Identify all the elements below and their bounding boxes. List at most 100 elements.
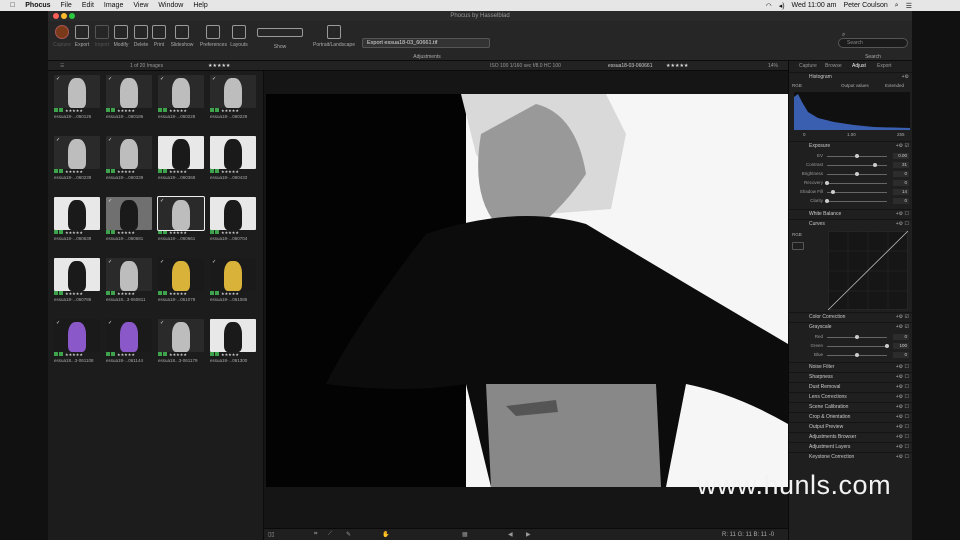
extended-checkbox[interactable]: Extended xyxy=(885,83,904,88)
spotlight-icon[interactable]: ⌕ xyxy=(895,2,899,10)
panel-lens-corrections[interactable]: Lens Corrections +⚙ ☐ xyxy=(789,392,913,401)
tab-browse[interactable]: Browse xyxy=(825,61,842,71)
white-balance-header[interactable]: White Balance +⚙ ☐ xyxy=(789,209,913,218)
thumbnail[interactable]: ✓ ★★★★★ essua18-...061085 xyxy=(210,258,256,303)
thumbnail[interactable]: ✓ ★★★★★ essua18-...060239 xyxy=(54,136,100,181)
menu-edit[interactable]: Edit xyxy=(82,2,94,9)
checkmark-icon[interactable]: ✓ xyxy=(56,137,60,143)
panel-crop-orientation[interactable]: Crop & Orientation +⚙ ☐ xyxy=(789,412,913,421)
checkmark-icon[interactable]: ✓ xyxy=(160,137,164,143)
curves-graph[interactable] xyxy=(828,231,908,310)
checkmark-icon[interactable]: ✓ xyxy=(56,259,60,265)
panel-output-preview[interactable]: Output Preview +⚙ ☐ xyxy=(789,422,913,431)
export-preset-select[interactable]: Export essua18-03_60661.tif xyxy=(362,38,490,48)
wifi-icon[interactable]: ◠ xyxy=(766,2,772,10)
thumbnail[interactable]: ✓ ★★★★★ essua18-...060786 xyxy=(54,258,100,303)
tab-capture[interactable]: Capture xyxy=(799,61,817,71)
panel-scene-calibration[interactable]: Scene Calibration +⚙ ☐ xyxy=(789,402,913,411)
menu-file[interactable]: File xyxy=(61,2,72,9)
rating-filter-stars[interactable]: ★★★★★ xyxy=(208,61,230,71)
thumbnail[interactable]: ✓ ★★★★★ essua18-...060704 xyxy=(210,197,256,242)
slider-shadow-fill[interactable]: Shadow Fill 14 xyxy=(789,188,913,196)
checkmark-icon[interactable]: ✓ xyxy=(212,320,216,326)
close-window-button[interactable] xyxy=(53,13,59,19)
menu-user[interactable]: Peter Coulson xyxy=(843,2,887,9)
tab-export[interactable]: Export xyxy=(877,61,891,71)
thumbnail[interactable]: ✓ ★★★★★ essua18-...061300 xyxy=(210,319,256,364)
portrait-landscape-button[interactable]: Portrait/Landscape xyxy=(310,25,358,48)
main-photo[interactable] xyxy=(266,94,788,487)
thumbnail[interactable]: ✓ ★★★★★ essua18-...061144 xyxy=(106,319,152,364)
checkmark-icon[interactable]: ✓ xyxy=(160,76,164,82)
panel-noise-filter[interactable]: Noise Filter +⚙ ☐ xyxy=(789,362,913,371)
thumbnail[interactable]: ✓ ★★★★★ essua18-...060126 xyxy=(54,75,100,120)
browser-menu-icon[interactable]: ☰ xyxy=(60,61,64,71)
checkmark-icon[interactable]: ✓ xyxy=(212,137,216,143)
preferences-button[interactable]: Preferences xyxy=(200,25,227,48)
thumbnail[interactable]: ✓ ★★★★★ essua18-...060228 xyxy=(158,75,204,120)
grayscale-header[interactable]: Grayscale +⚙ ☑ xyxy=(789,322,913,331)
curves-header[interactable]: Curves +⚙ ☐ xyxy=(789,219,913,228)
exposure-header[interactable]: Exposure +⚙ ☑ xyxy=(789,141,913,150)
thumbnail[interactable]: ✓ ★★★★★ essua18...3-061108 xyxy=(54,319,100,364)
search-input[interactable]: Search xyxy=(838,38,908,48)
panel-dust-removal[interactable]: Dust Removal +⚙ ☐ xyxy=(789,382,913,391)
show-control[interactable]: Show xyxy=(255,25,305,50)
output-values-checkbox[interactable]: Output values xyxy=(841,83,869,88)
slider-clarity[interactable]: Clarity 0 xyxy=(789,197,913,205)
picker-icon[interactable]: ✎ xyxy=(346,531,351,538)
hand-icon[interactable]: ✋ xyxy=(382,531,389,538)
straighten-icon[interactable]: ⟋ xyxy=(328,531,332,538)
menu-clock[interactable]: Wed 11:00 am xyxy=(792,2,837,9)
current-rating[interactable]: ★★★★★ xyxy=(666,61,688,71)
checkmark-icon[interactable]: ✓ xyxy=(212,259,216,265)
checkmark-icon[interactable]: ✓ xyxy=(160,198,164,204)
checkmark-icon[interactable]: ✓ xyxy=(108,76,112,82)
thumbnail[interactable]: ✓ ★★★★★ essua18...3-061179 xyxy=(158,319,204,364)
checkmark-icon[interactable]: ✓ xyxy=(212,198,216,204)
thumbnail[interactable]: ✓ ★★★★★ essua18...3-060811 xyxy=(106,258,152,303)
checkmark-icon[interactable]: ✓ xyxy=(56,198,60,204)
thumbnail[interactable]: ✓ ★★★★★ essua18-...060186 xyxy=(106,75,152,120)
crop-icon[interactable]: ⌗ xyxy=(314,531,317,538)
curves-channel-select[interactable]: RGB xyxy=(792,232,802,237)
slider-ev[interactable]: EV 0.00 xyxy=(789,152,913,160)
panel-adjustment-layers[interactable]: Adjustment Layers +⚙ ☐ xyxy=(789,442,913,451)
print-button[interactable]: Print xyxy=(147,25,171,48)
slider-recovery[interactable]: Recovery 0 xyxy=(789,179,913,187)
thumbnail[interactable]: ✓ ★★★★★ essua18-...060639 xyxy=(54,197,100,242)
apple-icon[interactable]:  xyxy=(10,2,15,9)
checkmark-icon[interactable]: ✓ xyxy=(160,259,164,265)
zoom-window-button[interactable] xyxy=(69,13,75,19)
thumbnail[interactable]: ✓ ★★★★★ essua18-...060368 xyxy=(158,136,204,181)
histogram-header[interactable]: Histogram +⚙ xyxy=(789,72,913,81)
slider-red[interactable]: Red 0 xyxy=(789,333,913,341)
slider-contrast[interactable]: Contrast 31 xyxy=(789,161,913,169)
compare-icon[interactable]: ▯▯ xyxy=(268,531,275,538)
panel-keystone-correction[interactable]: Keystone Correction +⚙ ☐ xyxy=(789,452,913,461)
histogram-menu-icon[interactable]: +⚙ xyxy=(902,73,909,82)
menu-window[interactable]: Window xyxy=(158,2,183,9)
menu-help[interactable]: Help xyxy=(193,2,207,9)
checkmark-icon[interactable]: ✓ xyxy=(108,259,112,265)
checkmark-icon[interactable]: ✓ xyxy=(108,198,112,204)
checkmark-icon[interactable]: ✓ xyxy=(108,137,112,143)
thumbnail[interactable]: ✓ ★★★★★ essua18-...060661 xyxy=(157,196,205,242)
minimize-window-button[interactable] xyxy=(61,13,67,19)
thumbnail[interactable]: ✓ ★★★★★ essua18-...060681 xyxy=(106,197,152,242)
checkmark-icon[interactable]: ✓ xyxy=(160,320,164,326)
zoom-level[interactable]: 14% xyxy=(768,61,778,71)
panel-adjustments-browser[interactable]: Adjustments Browser +⚙ ☐ xyxy=(789,432,913,441)
layouts-button[interactable]: Layouts xyxy=(227,25,251,48)
color-correction-header[interactable]: Color Correction +⚙ ☑ xyxy=(789,312,913,321)
curves-picker-icon[interactable] xyxy=(792,242,804,250)
grid-icon[interactable]: ▦ xyxy=(462,531,468,538)
thumbnail[interactable]: ✓ ★★★★★ essua18-...060433 xyxy=(210,136,256,181)
checkmark-icon[interactable]: ✓ xyxy=(108,320,112,326)
thumbnail[interactable]: ✓ ★★★★★ essua18-...060229 xyxy=(210,75,256,120)
checkmark-icon[interactable]: ✓ xyxy=(56,76,60,82)
notification-icon[interactable]: ☰ xyxy=(906,2,912,10)
menu-app-name[interactable]: Phocus xyxy=(25,2,50,9)
checkmark-icon[interactable]: ✓ xyxy=(212,76,216,82)
panel-sharpness[interactable]: Sharpness +⚙ ☐ xyxy=(789,372,913,381)
